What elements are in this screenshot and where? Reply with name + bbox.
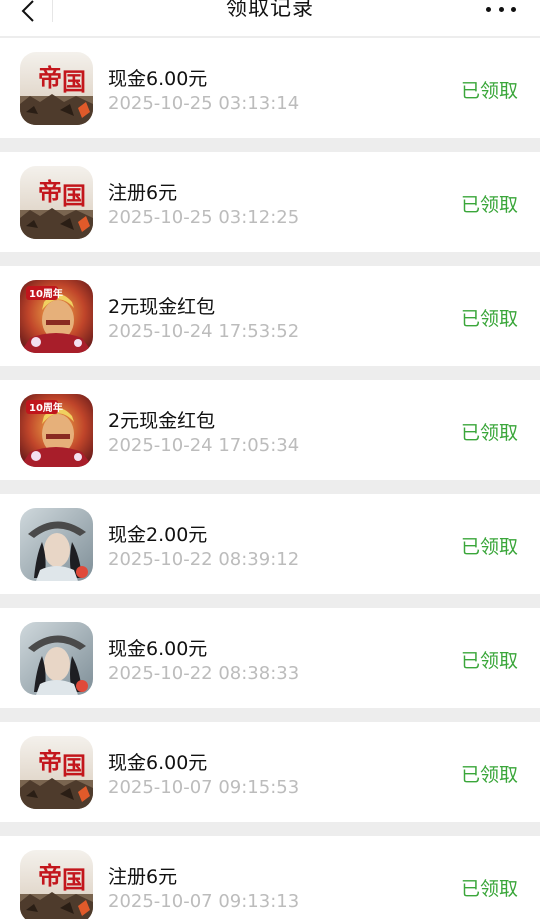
svg-text:帝: 帝 [38, 64, 62, 92]
reward-name: 2元现金红包 [108, 296, 216, 318]
claim-records-page: 领取记录 帝 国 现金6.00元 2025-10-25 03:13:14 已领取… [0, 0, 540, 919]
svg-text:国: 国 [62, 866, 86, 894]
svg-text:帝: 帝 [38, 178, 62, 206]
reward-name: 注册6元 [108, 182, 178, 204]
record-item[interactable]: 10周年 2元现金红包 2025-10-24 17:05:34 已领取 [0, 380, 540, 480]
reward-name: 现金6.00元 [108, 638, 208, 660]
claim-timestamp: 2025-10-24 17:53:52 [108, 321, 300, 342]
wuxia-swordsman-game-icon [20, 622, 93, 695]
svg-text:国: 国 [62, 68, 86, 96]
record-item[interactable]: 帝 国 注册6元 2025-10-25 03:12:25 已领取 [0, 152, 540, 252]
reward-name: 注册6元 [108, 866, 178, 888]
svg-text:10周年: 10周年 [29, 287, 63, 300]
record-item[interactable]: 现金6.00元 2025-10-22 08:38:33 已领取 [0, 608, 540, 708]
svg-text:帝: 帝 [38, 862, 62, 890]
record-item[interactable]: 帝 国 现金6.00元 2025-10-07 09:15:53 已领取 [0, 722, 540, 822]
claim-record-list: 帝 国 现金6.00元 2025-10-25 03:13:14 已领取 帝 国 注册… [0, 38, 540, 919]
claim-timestamp: 2025-10-22 08:39:12 [108, 549, 300, 570]
top-navigation-bar: 领取记录 [0, 0, 540, 36]
hero-anniversary-game-icon: 10周年 [20, 280, 93, 353]
claim-status-badge: 已领取 [460, 80, 518, 102]
claim-timestamp: 2025-10-07 09:15:53 [108, 777, 300, 798]
more-dot [486, 6, 491, 12]
more-dot [498, 6, 504, 12]
claim-status-badge: 已领取 [460, 650, 518, 672]
more-options-button[interactable] [486, 4, 516, 14]
svg-text:国: 国 [62, 182, 86, 210]
more-dot [511, 6, 516, 12]
empire-game-icon: 帝 国 [20, 166, 93, 239]
claim-status-badge: 已领取 [460, 878, 518, 900]
svg-text:国: 国 [62, 752, 86, 780]
record-item[interactable]: 帝 国 注册6元 2025-10-07 09:13:13 已领取 [0, 836, 540, 919]
empire-game-icon: 帝 国 [20, 736, 93, 809]
empire-game-icon: 帝 国 [20, 850, 93, 919]
record-item[interactable]: 现金2.00元 2025-10-22 08:39:12 已领取 [0, 494, 540, 594]
claim-timestamp: 2025-10-25 03:12:25 [108, 207, 300, 228]
claim-status-badge: 已领取 [460, 308, 518, 330]
empire-game-icon: 帝 国 [20, 52, 93, 125]
record-item[interactable]: 10周年 2元现金红包 2025-10-24 17:53:52 已领取 [0, 266, 540, 366]
claim-timestamp: 2025-10-25 03:13:14 [108, 93, 300, 114]
page-title: 领取记录 [226, 0, 314, 20]
claim-timestamp: 2025-10-22 08:38:33 [108, 663, 300, 684]
claim-status-badge: 已领取 [460, 422, 518, 444]
claim-timestamp: 2025-10-24 17:05:34 [108, 435, 300, 456]
hero-anniversary-game-icon: 10周年 [20, 394, 93, 467]
claim-status-badge: 已领取 [460, 764, 518, 786]
reward-name: 现金2.00元 [108, 524, 208, 546]
reward-name: 现金6.00元 [108, 752, 208, 774]
reward-name: 现金6.00元 [108, 68, 208, 90]
svg-text:帝: 帝 [38, 748, 62, 776]
reward-name: 2元现金红包 [108, 410, 216, 432]
wuxia-swordsman-game-icon [20, 508, 93, 581]
claim-timestamp: 2025-10-07 09:13:13 [108, 891, 300, 912]
claim-status-badge: 已领取 [460, 536, 518, 558]
svg-text:10周年: 10周年 [29, 401, 63, 414]
record-item[interactable]: 帝 国 现金6.00元 2025-10-25 03:13:14 已领取 [0, 38, 540, 138]
claim-status-badge: 已领取 [460, 194, 518, 216]
